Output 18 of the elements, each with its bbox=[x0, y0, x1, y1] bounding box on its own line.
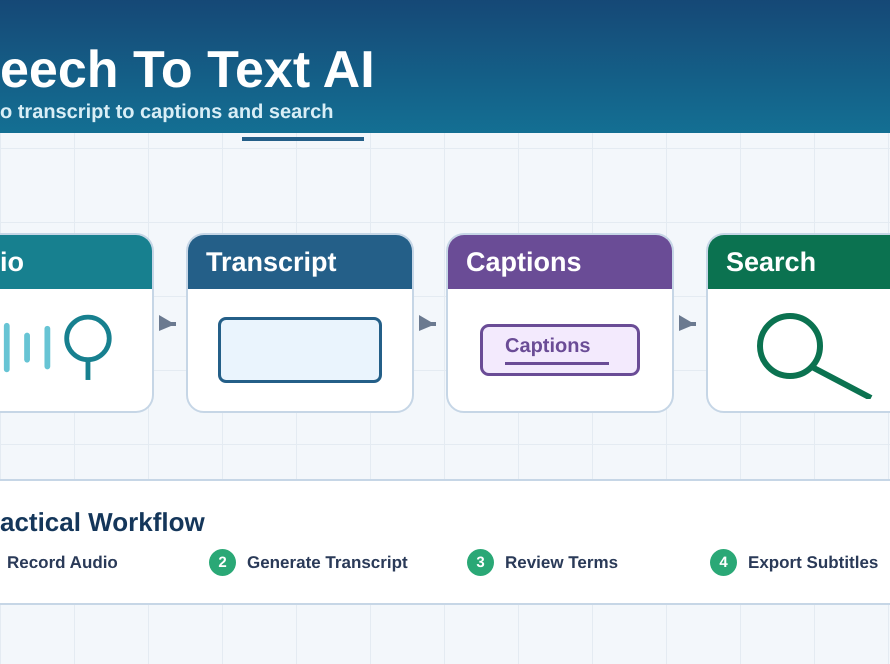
card-title: Captions bbox=[466, 246, 582, 278]
step-number: 3 bbox=[467, 549, 494, 576]
step-label: Record Audio bbox=[7, 552, 118, 572]
page-subtitle: o transcript to captions and search bbox=[0, 100, 334, 124]
arrow-icon bbox=[677, 313, 697, 333]
step-label: Review Terms bbox=[505, 552, 618, 572]
step-number: 2 bbox=[209, 549, 236, 576]
step-label: Export Subtitles bbox=[748, 552, 878, 572]
arrow-icon bbox=[157, 313, 177, 333]
card-title: Search bbox=[726, 246, 816, 278]
page-title: eech To Text AI bbox=[0, 40, 376, 100]
step-number: 4 bbox=[710, 549, 737, 576]
caption-text: Captions bbox=[505, 335, 609, 365]
arrow-icon bbox=[417, 313, 437, 333]
workflow-title: actical Workflow bbox=[0, 507, 206, 537]
card-title: io bbox=[0, 246, 24, 278]
step-label: Generate Transcript bbox=[247, 552, 408, 572]
card-title: Transcript bbox=[206, 246, 337, 278]
